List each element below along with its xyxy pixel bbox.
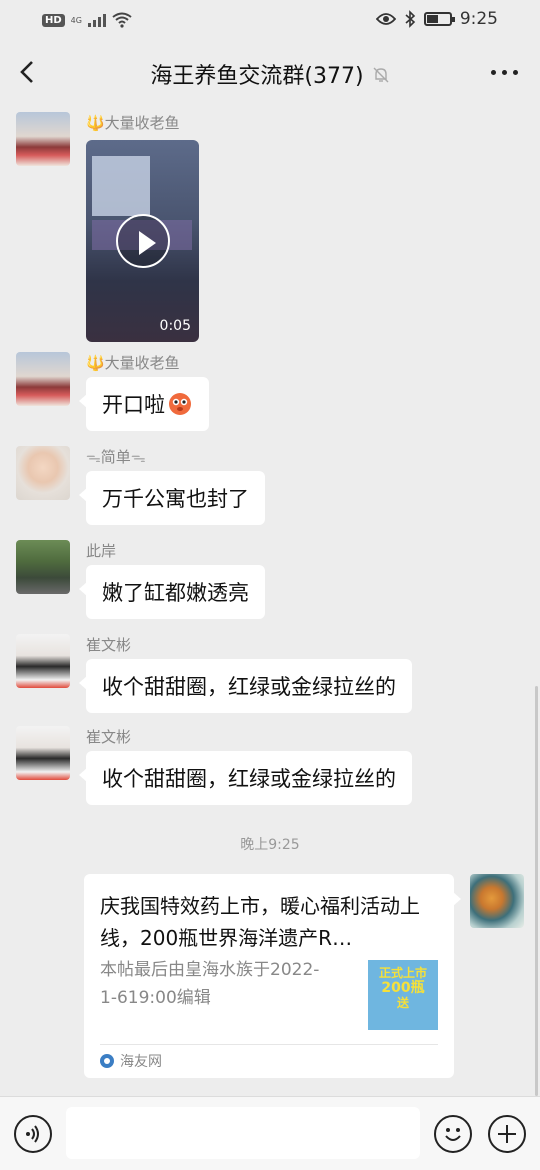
input-bar	[0, 1096, 540, 1170]
play-icon[interactable]	[116, 214, 170, 268]
avatar[interactable]	[16, 540, 70, 594]
group-name: 海王养鱼交流群(377)	[150, 64, 364, 89]
voice-icon[interactable]	[14, 1115, 52, 1153]
signal-icon	[87, 13, 106, 27]
message-text: 开口啦	[102, 393, 165, 417]
link-card[interactable]: 庆我国特效药上市，暖心福利活动上线，200瓶世界海洋遗产R… 本帖最后由皇海水族…	[84, 874, 461, 1078]
chat-area[interactable]: 🔱大量收老鱼 0:05 🔱大量收老鱼 开口啦 ᯓ简单ᯓ 万千公寓也封了 此岸 嫩…	[0, 106, 540, 1096]
network-type: 4G	[70, 15, 82, 25]
message-item: 此岸 嫩了缸都嫩透亮	[16, 540, 516, 630]
message-text: 嫩了缸都嫩透亮	[102, 581, 249, 605]
video-thumbnail	[92, 156, 150, 216]
message-bubble[interactable]: 收个甜甜圈，红绿或金绿拉丝的	[79, 751, 412, 805]
status-time: 9:25	[459, 9, 498, 29]
avatar[interactable]	[16, 634, 70, 688]
thumbnail-text: 送	[396, 996, 409, 1010]
link-description: 本帖最后由皇海水族于2022-1-619:00编辑	[100, 960, 320, 1008]
page-title: 海王养鱼交流群(377)	[0, 58, 540, 90]
message-bubble[interactable]: 万千公寓也封了	[79, 471, 265, 525]
message-text: 收个甜甜圈，红绿或金绿拉丝的	[102, 767, 396, 791]
status-bar: HD 4G 9:25	[0, 0, 540, 40]
message-item: 崔文彬 收个甜甜圈，红绿或金绿拉丝的	[16, 726, 516, 816]
time-separator: 晚上9:25	[240, 837, 300, 853]
message-bubble[interactable]: 收个甜甜圈，红绿或金绿拉丝的	[79, 659, 412, 713]
message-text: 万千公寓也封了	[102, 487, 249, 511]
sender-name: ᯓ简单ᯓ	[86, 446, 146, 467]
sender-decoration-icon: ᯓ	[86, 448, 101, 466]
sender-name: 🔱大量收老鱼	[86, 114, 180, 132]
sender-name: 🔱大量收老鱼	[86, 354, 180, 372]
link-title: 庆我国特效药上市，暖心福利活动上线，200瓶世界海洋遗产R…	[100, 894, 420, 950]
avatar[interactable]	[16, 352, 70, 406]
wifi-icon	[112, 12, 132, 28]
message-item: ᯓ简单ᯓ 万千公寓也封了	[16, 446, 516, 536]
plus-icon[interactable]	[488, 1115, 526, 1153]
sender-name: 此岸	[86, 542, 117, 560]
link-thumbnail: 正式上市 200瓶 送	[368, 960, 438, 1030]
thumbnail-text: 正式上市	[378, 966, 427, 980]
battery-icon	[423, 12, 455, 26]
bluetooth-icon	[405, 10, 415, 28]
eye-icon	[375, 13, 396, 25]
message-bubble[interactable]: 嫩了缸都嫩透亮	[79, 565, 265, 619]
more-horizontal-icon[interactable]	[491, 70, 518, 75]
message-bubble[interactable]: 开口啦	[79, 377, 209, 431]
emoji-fish-icon	[169, 393, 191, 415]
sender-name-text: 简单	[100, 448, 131, 466]
video-message[interactable]: 0:05	[86, 140, 199, 342]
sender-name: 崔文彬	[86, 728, 132, 746]
divider	[100, 1044, 438, 1045]
scrollbar[interactable]	[535, 686, 538, 1096]
video-duration: 0:05	[159, 318, 191, 334]
message-item: 🔱大量收老鱼 0:05	[16, 112, 516, 352]
message-item: 崔文彬 收个甜甜圈，红绿或金绿拉丝的	[16, 634, 516, 724]
thumbnail-text: 200瓶	[381, 980, 425, 996]
hd-badge: HD	[42, 13, 65, 27]
avatar[interactable]	[470, 874, 524, 928]
source-name: 海友网	[120, 1054, 162, 1070]
avatar[interactable]	[16, 112, 70, 166]
bell-off-icon	[372, 66, 390, 88]
sender-name: 崔文彬	[86, 636, 132, 654]
message-input[interactable]	[66, 1107, 420, 1159]
message-item: 🔱大量收老鱼 开口啦	[16, 352, 516, 442]
avatar[interactable]	[16, 726, 70, 780]
sender-decoration-icon: ᯓ	[130, 448, 146, 466]
source-logo-icon	[100, 1054, 114, 1068]
avatar[interactable]	[16, 446, 70, 500]
link-source: 海友网	[100, 1051, 162, 1071]
emoji-icon[interactable]	[434, 1115, 472, 1153]
chat-header: 海王养鱼交流群(377)	[0, 40, 540, 106]
message-text: 收个甜甜圈，红绿或金绿拉丝的	[102, 675, 396, 699]
